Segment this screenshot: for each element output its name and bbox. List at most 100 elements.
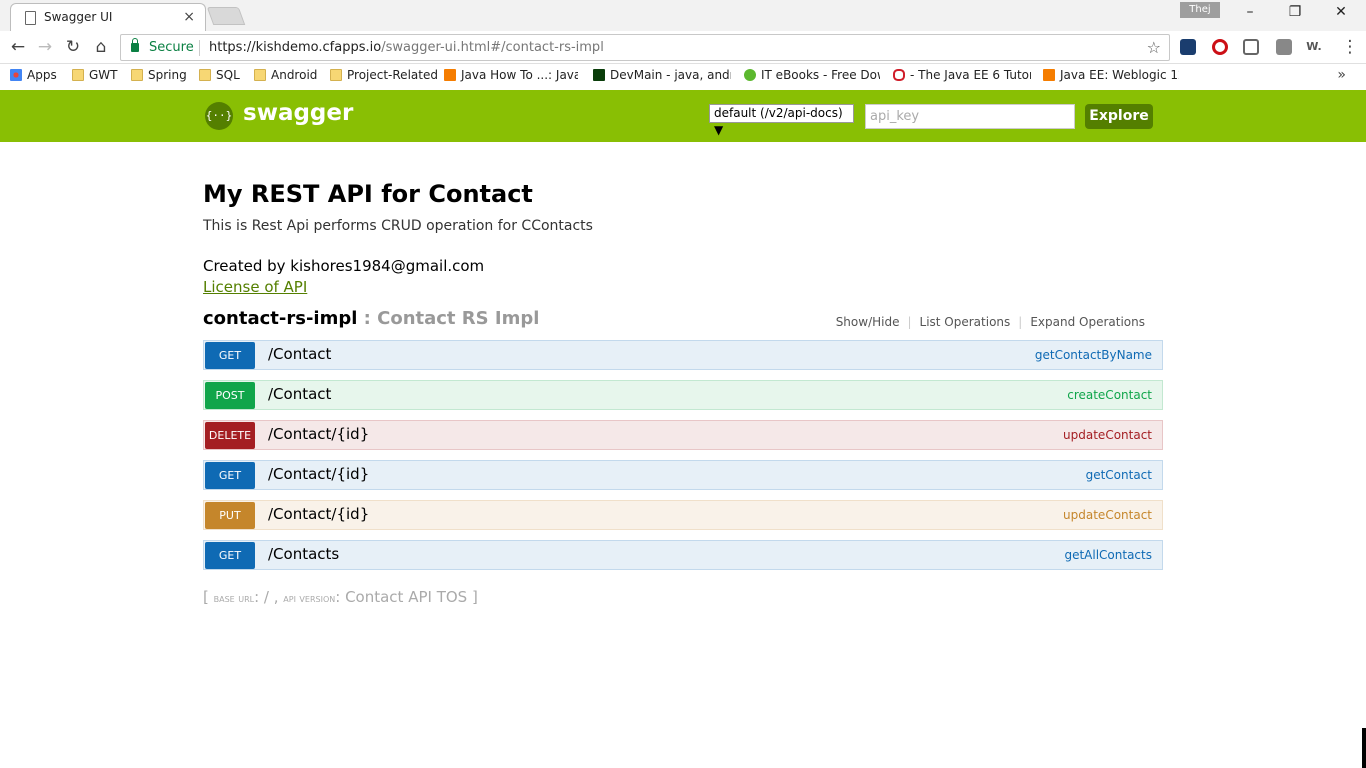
- extension-chart-icon[interactable]: [1180, 39, 1196, 55]
- minimize-button[interactable]: –: [1238, 4, 1262, 22]
- browser-toolbar: ← → ↻ ⌂ Secure https://kishdemo.cfapps.i…: [0, 31, 1366, 64]
- api-contact: Created by kishores1984@gmail.com: [203, 257, 485, 275]
- bookmark-it-ebooks[interactable]: IT eBooks - Free Dow: [744, 68, 880, 86]
- browser-tab[interactable]: Swagger UI ×: [10, 3, 206, 31]
- operation-row[interactable]: GET /Contact/{id} getContact: [203, 460, 1163, 490]
- bookmark-label: Project-Related: [347, 68, 438, 82]
- blogger-icon: [1043, 69, 1055, 81]
- bookmarks-bar: Apps GWT Spring SQL Android Project-Rela…: [0, 64, 1366, 90]
- method-badge[interactable]: GET: [205, 542, 255, 569]
- show-hide-link[interactable]: Show/Hide: [828, 315, 908, 329]
- folder-icon: [131, 69, 143, 81]
- restore-button[interactable]: ❐: [1283, 4, 1307, 22]
- menu-icon[interactable]: ⋮: [1340, 37, 1360, 57]
- operation-nickname[interactable]: getContact: [1086, 468, 1152, 482]
- reload-button[interactable]: ↻: [63, 37, 83, 57]
- bookmark-gwt[interactable]: GWT: [72, 68, 118, 86]
- operation-row[interactable]: POST /Contact createContact: [203, 380, 1163, 410]
- resource-name[interactable]: contact-rs-impl: [203, 308, 357, 329]
- operation-path[interactable]: /Contact: [268, 345, 331, 363]
- bookmarks-overflow-button[interactable]: »: [1337, 67, 1346, 83]
- spec-select[interactable]: default (/v2/api-docs) ▼: [709, 104, 854, 137]
- profile-button[interactable]: Thej: [1180, 2, 1220, 18]
- bookmark-apps[interactable]: Apps: [10, 68, 57, 86]
- bookmark-label: GWT: [89, 68, 118, 82]
- bookmark-java-how-to[interactable]: Java How To ...: Java/J: [444, 68, 578, 86]
- new-tab-button[interactable]: [206, 7, 246, 25]
- swagger-header: {··} swagger default (/v2/api-docs) ▼ ap…: [0, 90, 1366, 142]
- operation-path[interactable]: /Contact: [268, 385, 331, 403]
- api-key-input[interactable]: api_key: [865, 104, 1075, 129]
- method-badge[interactable]: PUT: [205, 502, 255, 529]
- operation-path[interactable]: /Contacts: [268, 545, 339, 563]
- operation-row[interactable]: GET /Contact getContactByName: [203, 340, 1163, 370]
- bookmark-label: IT eBooks - Free Dow: [761, 68, 880, 82]
- tab-close-icon[interactable]: ×: [183, 9, 195, 25]
- bookmark-devmain[interactable]: DevMain - java, andro: [593, 68, 731, 86]
- method-badge[interactable]: GET: [205, 462, 255, 489]
- bookmark-android[interactable]: Android: [254, 68, 317, 86]
- back-button[interactable]: ←: [8, 37, 28, 57]
- base-url-value: : / ,: [254, 588, 284, 606]
- extension-w-icon[interactable]: W.: [1306, 39, 1322, 55]
- home-button[interactable]: ⌂: [91, 37, 111, 57]
- operation-row[interactable]: DELETE /Contact/{id} updateContact: [203, 420, 1163, 450]
- footer-open-bracket: [: [203, 588, 214, 606]
- link-divider: |: [907, 315, 912, 329]
- bookmark-label: - The Java EE 6 Tutori: [910, 68, 1031, 82]
- operation-row[interactable]: PUT /Contact/{id} updateContact: [203, 500, 1163, 530]
- operation-nickname[interactable]: updateContact: [1063, 508, 1152, 522]
- folder-icon: [72, 69, 84, 81]
- close-window-button[interactable]: ✕: [1329, 4, 1353, 22]
- resource-links: Show/Hide | List Operations | Expand Operati…: [828, 315, 1153, 329]
- bookmark-java-ee-weblogic[interactable]: Java EE: Weblogic 12c: [1043, 68, 1179, 86]
- operation-nickname[interactable]: updateContact: [1063, 428, 1152, 442]
- bookmark-project-related[interactable]: Project-Related: [330, 68, 438, 86]
- folder-icon: [330, 69, 342, 81]
- operation-row[interactable]: GET /Contacts getAllContacts: [203, 540, 1163, 570]
- method-badge[interactable]: POST: [205, 382, 255, 409]
- forward-button[interactable]: →: [35, 37, 55, 57]
- expand-operations-link[interactable]: Expand Operations: [1022, 315, 1153, 329]
- api-description: This is Rest Api performs CRUD operation…: [203, 218, 593, 234]
- api-footer-info: [ base url: / , api version: Contact API…: [203, 588, 478, 606]
- url-text[interactable]: https://kishdemo.cfapps.io/swagger-ui.ht…: [209, 40, 604, 55]
- resource-description: Contact RS Impl: [377, 308, 540, 329]
- operation-path[interactable]: /Contact/{id}: [268, 505, 369, 523]
- cast-icon[interactable]: [1243, 39, 1259, 55]
- api-title: My REST API for Contact: [203, 180, 533, 208]
- omnibox-divider: [199, 40, 200, 56]
- method-badge[interactable]: GET: [205, 342, 255, 369]
- url-host: https://kishdemo.cfapps.io: [209, 40, 382, 55]
- bookmark-spring[interactable]: Spring: [131, 68, 187, 86]
- operation-path[interactable]: /Contact/{id}: [268, 465, 369, 483]
- bookmark-label: Java EE: Weblogic 12c: [1060, 68, 1179, 82]
- extension-icon[interactable]: [1276, 39, 1292, 55]
- operation-path[interactable]: /Contact/{id}: [268, 425, 369, 443]
- method-badge[interactable]: DELETE: [205, 422, 255, 449]
- opera-icon[interactable]: [1212, 39, 1228, 55]
- swagger-brand[interactable]: swagger: [243, 100, 353, 126]
- scrollbar[interactable]: [1362, 728, 1366, 768]
- folder-icon: [254, 69, 266, 81]
- operation-nickname[interactable]: createContact: [1067, 388, 1152, 402]
- blogger-icon: [444, 69, 456, 81]
- api-version-value: : Contact API TOS ]: [335, 588, 478, 606]
- base-url-label: base url: [213, 592, 255, 605]
- resource-separator: :: [357, 308, 378, 329]
- operation-nickname[interactable]: getAllContacts: [1064, 548, 1152, 562]
- resource-heading[interactable]: contact-rs-impl : Contact RS Impl: [203, 308, 539, 329]
- address-bar[interactable]: Secure https://kishdemo.cfapps.io/swagge…: [120, 34, 1170, 61]
- operation-nickname[interactable]: getContactByName: [1035, 348, 1152, 362]
- devmain-icon: [593, 69, 605, 81]
- bookmark-star-icon[interactable]: ☆: [1147, 38, 1161, 57]
- bookmark-java-ee-tutorial[interactable]: - The Java EE 6 Tutori: [893, 68, 1031, 86]
- bookmark-sql[interactable]: SQL: [199, 68, 240, 86]
- bookmark-label: Apps: [27, 68, 57, 82]
- bookmark-label: SQL: [216, 68, 240, 82]
- list-operations-link[interactable]: List Operations: [912, 315, 1019, 329]
- license-link[interactable]: License of API: [203, 278, 307, 296]
- secure-label: Secure: [149, 40, 194, 55]
- swagger-logo-icon[interactable]: {··}: [205, 102, 233, 130]
- explore-button[interactable]: Explore: [1085, 104, 1153, 129]
